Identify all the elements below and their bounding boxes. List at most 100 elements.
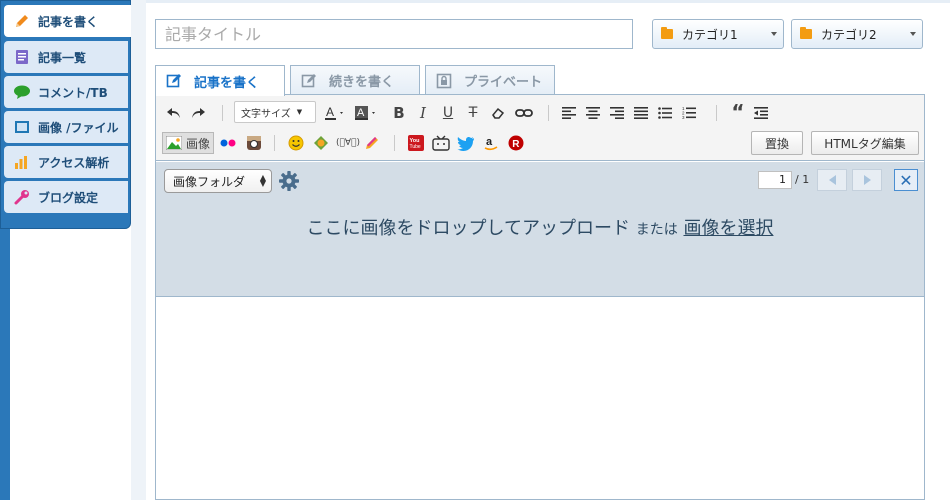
numbered-list-icon[interactable]: 123: [680, 103, 698, 123]
bold-icon[interactable]: B: [390, 103, 408, 123]
edit-more-icon: [301, 73, 317, 89]
instagram-icon[interactable]: [244, 133, 264, 153]
edit-icon: [166, 73, 182, 89]
bar-chart-icon: [13, 153, 31, 171]
sidebar-item-label: ブログ設定: [38, 190, 99, 205]
toolbar-separator: [222, 105, 223, 121]
align-left-icon[interactable]: [560, 103, 578, 123]
page-total: / 1: [795, 173, 810, 186]
chevron-down-icon: [771, 32, 777, 36]
strikethrough-icon[interactable]: T: [464, 103, 482, 123]
image-folder-label: 画像フォルダ: [173, 174, 246, 189]
align-center-icon[interactable]: [584, 103, 602, 123]
title-input[interactable]: [155, 19, 633, 49]
image-button-label: 画像: [186, 136, 211, 151]
sidebar-item-comments[interactable]: コメント/TB: [4, 76, 128, 108]
underline-icon[interactable]: U: [439, 103, 457, 123]
link-icon[interactable]: [514, 103, 534, 123]
replace-button[interactable]: 置換: [751, 131, 803, 155]
tab-private[interactable]: プライベート: [425, 65, 555, 95]
eraser-icon[interactable]: [489, 103, 507, 123]
svg-text:a: a: [486, 136, 493, 148]
next-page-button[interactable]: [852, 169, 882, 191]
emoji-icon[interactable]: [286, 133, 306, 153]
category2-label: カテゴリ2: [821, 27, 877, 42]
decoration-pen-icon[interactable]: [362, 133, 382, 153]
toolbar-separator: [274, 135, 275, 151]
image-upload-panel[interactable]: 画像フォルダ ▲ ▼ 1 / 1 ✕ ここに画像をドロップしてアップロード または…: [156, 162, 924, 297]
amazon-icon[interactable]: a: [481, 133, 501, 153]
sidebar-gutter: [131, 0, 146, 500]
image-folder-select[interactable]: 画像フォルダ ▲ ▼: [164, 169, 272, 193]
close-upload-button[interactable]: ✕: [894, 169, 918, 191]
youtube-icon[interactable]: You Tube: [406, 133, 426, 153]
drop-instructions: ここに画像をドロップしてアップロード または 画像を選択: [156, 214, 924, 240]
gear-icon[interactable]: [278, 170, 300, 192]
sidebar-item-label: アクセス解析: [38, 155, 110, 170]
tab-write[interactable]: 記事を書く: [155, 65, 285, 96]
flickr-icon[interactable]: [218, 133, 238, 153]
twitter-icon[interactable]: [456, 133, 476, 153]
rakuten-icon[interactable]: R: [506, 133, 526, 153]
blockquote-icon[interactable]: “: [728, 100, 748, 124]
top-border: [146, 0, 950, 3]
sidebar-item-list[interactable]: 記事一覧: [4, 41, 128, 73]
font-color-icon[interactable]: A: [322, 103, 348, 123]
image-button[interactable]: 画像: [162, 132, 214, 154]
image-icon: [166, 136, 182, 150]
prev-page-button[interactable]: [817, 169, 847, 191]
sidebar-item-label: コメント/TB: [38, 85, 108, 100]
chevron-left-icon: [828, 175, 836, 185]
chevron-down-icon: ▼: [296, 108, 303, 116]
tab-label: 続きを書く: [329, 75, 395, 90]
redo-icon[interactable]: [188, 103, 208, 123]
sidebar-item-label: 記事を書く: [38, 14, 99, 29]
toolbar-separator: [548, 105, 549, 121]
svg-text:R: R: [512, 139, 520, 150]
category2-select[interactable]: カテゴリ2: [791, 19, 923, 49]
select-image-link[interactable]: 画像を選択: [683, 218, 773, 239]
document-list-icon: [13, 48, 31, 66]
italic-icon[interactable]: I: [414, 103, 432, 123]
pencil-icon: [13, 12, 31, 30]
undo-icon[interactable]: [164, 103, 184, 123]
font-size-select[interactable]: 文字サイズ ▼: [234, 101, 316, 123]
speech-bubble-icon: [13, 83, 31, 101]
svg-text:Tube: Tube: [410, 144, 421, 150]
page-number-input[interactable]: 1: [758, 171, 792, 189]
outdent-icon[interactable]: [752, 103, 770, 123]
bullet-list-icon[interactable]: [656, 103, 674, 123]
svg-text:A: A: [357, 107, 365, 119]
editor: 文字サイズ ▼ A A B I U T 1 2 3 “ 画像 (ﾟ∀ﾟ) You…: [155, 94, 925, 500]
category1-label: カテゴリ1: [682, 27, 738, 42]
tab-continue[interactable]: 続きを書く: [290, 65, 420, 95]
font-size-label: 文字サイズ: [241, 108, 291, 120]
folder-icon: [661, 27, 673, 39]
sidebar-item-label: 記事一覧: [38, 50, 87, 65]
kaomoji-icon[interactable]: (ﾟ∀ﾟ): [336, 133, 360, 153]
select-arrows-icon: ▲ ▼: [259, 173, 266, 188]
niconico-icon[interactable]: [431, 133, 451, 153]
sidebar-strip: [0, 229, 10, 500]
svg-text:3: 3: [682, 115, 685, 120]
wrench-icon: [13, 188, 31, 206]
align-right-icon[interactable]: [608, 103, 626, 123]
align-justify-icon[interactable]: [632, 103, 650, 123]
close-icon: ✕: [899, 170, 913, 190]
folder-icon: [800, 27, 812, 39]
category1-select[interactable]: カテゴリ1: [652, 19, 784, 49]
replace-button-label: 置換: [764, 136, 789, 151]
sidebar-item-analytics[interactable]: アクセス解析: [4, 146, 128, 178]
tab-label: プライベート: [464, 75, 543, 90]
image-file-icon: [13, 118, 31, 136]
html-edit-button[interactable]: HTMLタグ編集: [811, 131, 919, 155]
chevron-right-icon: [863, 175, 871, 185]
sidebar-item-settings[interactable]: ブログ設定: [4, 181, 128, 213]
sidebar-item-images[interactable]: 画像 /ファイル: [4, 111, 128, 143]
background-color-icon[interactable]: A: [352, 103, 382, 123]
drop-text: ここに画像をドロップしてアップロード: [306, 218, 630, 239]
chevron-down-icon: [910, 32, 916, 36]
sidebar-item-write[interactable]: 記事を書く: [4, 5, 131, 37]
sticker-icon[interactable]: [311, 133, 331, 153]
toolbar-separator: [394, 135, 395, 151]
